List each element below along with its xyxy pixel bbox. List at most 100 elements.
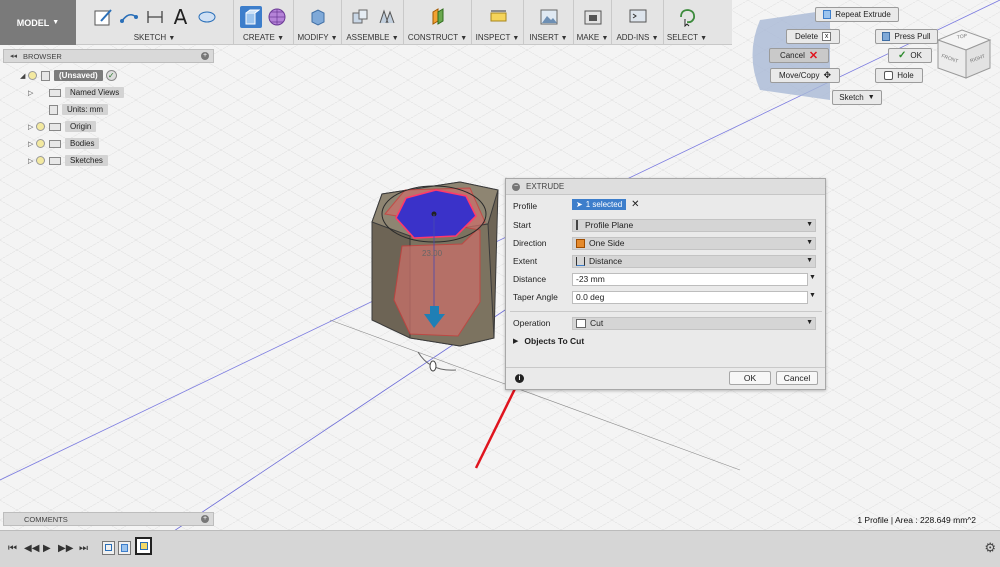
tree-item-bodies[interactable]: ▷ Bodies [28,137,100,150]
chevron-down-icon: ▼ [651,35,659,42]
chevron-down-icon: ▼ [460,35,468,42]
toolbar-group-make[interactable]: MAKE ▼ [574,0,612,45]
ok-menu-button[interactable]: ✓ OK [888,48,932,63]
move-copy-button[interactable]: Move/Copy ✥ [770,68,840,83]
3d-print-icon[interactable] [582,6,604,28]
toolbar-group-construct[interactable]: CONSTRUCT ▼ [404,0,472,45]
chevron-down-icon: ▼ [391,35,399,42]
expand-triangle-icon[interactable]: ▷ [28,123,36,131]
distance-input[interactable]: -23 mm [572,272,808,286]
sketch-line-icon[interactable] [118,6,140,28]
collapse-arrows-icon[interactable]: ◂◂ [10,52,17,60]
toolbar-group-modify[interactable]: MODIFY ▼ [294,0,342,45]
measure-icon[interactable] [487,6,509,28]
go-to-end-icon[interactable]: ⏭ [79,543,88,554]
chevron-down-icon: ▼ [560,35,568,42]
taper-row: Taper Angle 0.0 deg ▼ [513,290,816,304]
objects-to-cut-row[interactable]: ▶ Objects To Cut [506,332,827,350]
folder-icon [49,139,61,148]
expand-triangle-icon[interactable]: ▶ [513,337,518,345]
new-component-icon[interactable] [349,6,371,28]
toolbar-group-sketch[interactable]: A SKETCH ▼ [76,0,234,45]
direction-select[interactable]: One Side ▼ [572,236,816,250]
step-back-icon[interactable]: ◀◀ [24,543,39,554]
sketch-menu-button[interactable]: Sketch ▼ [832,90,882,105]
select-icon[interactable] [676,6,698,28]
browser-panel-header[interactable]: ◂◂ BROWSER + [3,49,214,63]
press-pull-button[interactable]: Press Pull [875,29,938,44]
play-icon[interactable]: ▶ [43,543,51,554]
taper-angle-input[interactable]: 0.0 deg [572,290,808,304]
tree-item-sketches[interactable]: ▷ Sketches [28,154,108,167]
profile-selection-chip[interactable]: ➤ 1 selected [572,199,627,210]
workspace-switcher[interactable]: MODEL ▼ [0,0,76,45]
toolbar-group-create[interactable]: CREATE ▼ [234,0,294,45]
dropdown-arrow-icon: ▼ [806,238,813,246]
dialog-title-bar[interactable]: − EXTRUDE [506,179,825,195]
insert-image-icon[interactable] [538,6,560,28]
press-pull-icon[interactable] [307,6,329,28]
expand-panel-icon[interactable]: + [201,52,209,60]
info-icon[interactable]: i [515,374,524,383]
expand-triangle-icon[interactable]: ▷ [28,140,36,148]
visibility-bulb-icon[interactable] [36,156,45,165]
create-sketch-icon[interactable] [92,6,114,28]
expand-triangle-icon[interactable]: ▷ [28,157,36,165]
expand-panel-icon[interactable]: + [201,515,209,523]
start-select[interactable]: Profile Plane ▼ [572,218,816,232]
go-to-start-icon[interactable]: ⏮ [8,543,17,554]
angle-manipulator [429,360,437,372]
tree-item-root[interactable]: ◢ (Unsaved) ✓ [20,69,117,82]
tree-item-named-views[interactable]: ▷ Named Views [28,86,125,99]
sketch-ellipse-icon[interactable] [196,6,218,28]
ok-button[interactable]: OK [729,371,771,385]
operation-select[interactable]: Cut ▼ [572,316,816,330]
tree-item-units[interactable]: Units: mm [28,103,108,116]
extent-select[interactable]: Distance ▼ [572,254,816,268]
toolbar-group-addins[interactable]: ADD-INS ▼ [612,0,664,45]
collapse-dialog-icon[interactable]: − [512,182,520,191]
check-icon: ✓ [898,50,907,61]
toolbar-group-assemble[interactable]: ASSEMBLE ▼ [342,0,404,45]
cancel-button[interactable]: Cancel [776,371,818,385]
cancel-menu-button[interactable]: Cancel ✕ [769,48,829,63]
clear-selection-icon[interactable]: ✕ [631,199,639,210]
taper-dropdown-icon[interactable]: ▼ [809,292,816,299]
joint-icon[interactable] [375,6,397,28]
visibility-bulb-icon[interactable] [28,71,37,80]
profile-plane-icon [576,220,581,230]
timeline-feature-extrude[interactable] [118,541,131,555]
delete-icon: x [822,32,832,41]
scripts-icon[interactable] [627,6,649,28]
comments-panel-header[interactable]: COMMENTS + [3,512,214,526]
visibility-bulb-icon[interactable] [36,139,45,148]
toolbar-group-insert[interactable]: INSERT ▼ [524,0,574,45]
delete-button[interactable]: Delete x [786,29,840,44]
offset-plane-icon[interactable] [427,6,449,28]
toolbar-group-inspect[interactable]: INSPECT ▼ [472,0,524,45]
chevron-down-icon: ▼ [277,35,285,42]
expand-triangle-icon[interactable]: ▷ [28,89,36,97]
extrude-small-icon [823,10,832,19]
distance-dropdown-icon[interactable]: ▼ [809,274,816,281]
hole-button[interactable]: Hole [875,68,923,83]
x-axis-line [0,0,1000,481]
visibility-bulb-icon[interactable] [36,122,45,131]
dropdown-arrow-icon: ▼ [806,318,813,326]
canvas-viewport[interactable]: 23.00 TOP FRONT RIGHT [0,0,1000,567]
sketch-text-icon[interactable]: A [170,5,192,29]
timeline-settings-gear-icon[interactable]: ⚙ [984,540,996,556]
repeat-extrude-button[interactable]: Repeat Extrude [815,7,899,22]
direction-row: Direction One Side ▼ [506,234,827,252]
sketch-dimension-icon[interactable] [144,6,166,28]
folder-icon [49,156,61,165]
step-forward-icon[interactable]: ▶▶ [58,543,73,554]
status-bar-text: 1 Profile | Area : 228.649 mm^2 [857,515,976,525]
extrude-icon[interactable] [239,6,262,28]
collapse-triangle-icon[interactable]: ◢ [20,72,28,80]
timeline-feature-sketch[interactable] [102,541,115,555]
tree-item-origin[interactable]: ▷ Origin [28,120,97,133]
toolbar-group-select[interactable]: SELECT ▼ [664,0,710,45]
timeline-feature-active-sketch[interactable] [135,537,152,555]
form-icon[interactable] [266,6,288,28]
